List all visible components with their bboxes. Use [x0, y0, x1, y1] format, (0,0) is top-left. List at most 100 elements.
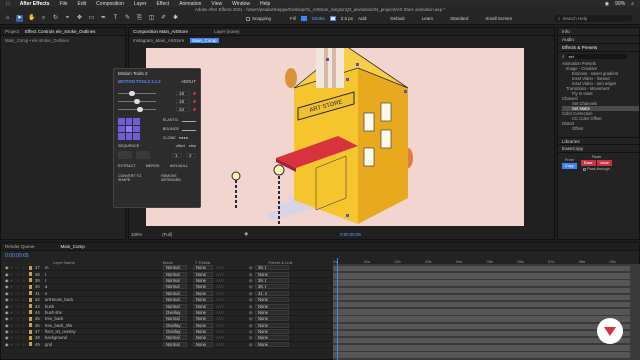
layer-parent-select[interactable]: 41. e	[255, 290, 289, 296]
layer-label-color[interactable]	[29, 335, 32, 340]
workspace-learn[interactable]: Learn	[422, 16, 434, 21]
layer-name[interactable]: background	[45, 335, 163, 340]
effects-search[interactable]: ⌕ set	[558, 52, 639, 61]
comp-timecode[interactable]: 0:00:00:05	[340, 232, 361, 237]
bounce-button[interactable]: BOUNCE	[163, 127, 179, 131]
layer-duration-bar[interactable]	[333, 316, 630, 322]
layer-name[interactable]: m	[45, 265, 163, 270]
snapping-checkbox[interactable]	[246, 16, 250, 21]
layer-label-color[interactable]	[29, 342, 32, 347]
layer-label-color[interactable]	[29, 323, 32, 328]
layer-label-color[interactable]	[29, 297, 32, 302]
pass-through-checkbox[interactable]	[583, 167, 587, 171]
pen-tool-icon[interactable]: ✒	[100, 15, 107, 22]
libraries-header[interactable]: Libraries	[558, 137, 639, 145]
layer-name[interactable]: artHouse_back	[45, 297, 163, 302]
layer-parent-select[interactable]: None	[255, 297, 289, 303]
layer-label-color[interactable]	[29, 304, 32, 309]
layer-parent-select[interactable]: 38. t	[255, 284, 289, 290]
slider-1-reset[interactable]	[193, 91, 196, 95]
info-panel-header[interactable]: Info	[558, 28, 639, 36]
layer-label-color[interactable]	[29, 284, 32, 289]
layer-name[interactable]: floor_txt_overlay	[45, 329, 163, 334]
easecopy-value-button[interactable]: Value	[596, 160, 612, 166]
layer-parent-select[interactable]: None	[255, 322, 289, 328]
anchor-grid[interactable]	[118, 118, 140, 140]
eraser-tool-icon[interactable]: ◫	[148, 15, 155, 22]
layer-trkmat-select[interactable]: None	[193, 271, 213, 277]
comp-canvas[interactable]: ART STORE	[146, 48, 524, 226]
layer-parent-select[interactable]: None	[255, 271, 289, 277]
layer-mode-select[interactable]: Normal	[163, 335, 187, 341]
slider-1[interactable]	[118, 92, 156, 94]
fill-swatch[interactable]	[300, 16, 307, 21]
camera-tool-icon[interactable]: ⌖	[64, 15, 71, 22]
layer-parent-select[interactable]: None	[255, 316, 289, 322]
stroke-label[interactable]: Stroke	[312, 16, 325, 21]
layer-duration-bar[interactable]	[333, 287, 630, 293]
clone-button[interactable]: CLONE	[163, 136, 176, 140]
anchor-tr[interactable]	[133, 118, 140, 125]
layer-name[interactable]: tree_back	[45, 316, 163, 321]
layer-switches[interactable]: ⁄ ⁄ ⁄ ⁄	[217, 291, 249, 296]
hand-tool-icon[interactable]: ✋	[28, 15, 35, 22]
layer-label-color[interactable]	[29, 278, 32, 283]
layer-switches[interactable]: ⁄ ⁄ ⁄ ⁄	[217, 323, 249, 328]
tree-item[interactable]: Offset	[562, 126, 639, 131]
workspace-standard[interactable]: Standard	[450, 16, 468, 21]
anchor-bc[interactable]	[125, 133, 133, 140]
tab-main-comp[interactable]: Main_Comp	[61, 244, 85, 249]
layer-mode-select[interactable]: Overlay	[163, 322, 187, 328]
slider-3-reset[interactable]	[193, 107, 196, 111]
layer-trkmat-select[interactable]: None	[193, 341, 213, 347]
layer-duration-bar[interactable]	[333, 302, 630, 308]
menu-edit[interactable]: Edit	[78, 1, 87, 7]
layer-duration-bar[interactable]	[333, 294, 630, 301]
layer-mode-select[interactable]: Normal	[163, 297, 187, 303]
layer-switches[interactable]: ⁄ ⁄ ⁄ ⁄	[217, 278, 249, 283]
layer-parent-select[interactable]: 38. t	[255, 265, 289, 271]
convert-to-shape-button[interactable]: CONVERT TO SHAPE	[118, 174, 153, 182]
merge-button[interactable]: MERGE	[146, 164, 160, 168]
tab-project[interactable]: Project	[5, 29, 19, 34]
anchor-tc[interactable]	[125, 118, 133, 125]
layer-switches[interactable]: ⁄ ⁄ ⁄ ⁄	[217, 284, 249, 289]
stroke-swatch[interactable]	[329, 16, 336, 21]
layer-name[interactable]: a	[45, 284, 163, 289]
sequence-icon-2[interactable]	[136, 151, 150, 159]
layer-duration-bar[interactable]	[333, 323, 630, 329]
tab-composition[interactable]: Composition Main_ArtStore	[133, 29, 188, 34]
layer-mode-select[interactable]: Normal	[163, 265, 187, 271]
sequence-button[interactable]: SEQUENCE	[118, 144, 139, 148]
easecopy-copy-button[interactable]: Copy	[562, 162, 577, 169]
layer-trkmat-select[interactable]: None	[193, 265, 213, 271]
tab-layer[interactable]: Layer (none)	[214, 29, 240, 34]
layer-label-color[interactable]	[29, 310, 32, 315]
menu-effect[interactable]: Effect	[156, 1, 169, 7]
layer-mode-select[interactable]: Normal	[163, 290, 187, 296]
layer-label-color[interactable]	[29, 329, 32, 334]
anchor-ml[interactable]	[118, 125, 125, 133]
layer-name[interactable]: bush	[45, 304, 163, 309]
layer-switches[interactable]: ⁄ ⁄ ⁄ ⁄	[217, 310, 249, 315]
layer-name[interactable]: tree_back_shs	[45, 323, 163, 328]
slider-1-value[interactable]: 18	[176, 90, 190, 96]
anchor-bl[interactable]	[118, 133, 125, 140]
layer-mode-select[interactable]: Normal	[163, 316, 187, 322]
layer-trkmat-select[interactable]: None	[193, 284, 213, 290]
remove-artboard-button[interactable]: REMOVE ARTBOARD	[161, 174, 196, 182]
audio-panel-header[interactable]: Audio	[558, 36, 639, 44]
layer-name[interactable]: t	[45, 272, 163, 277]
layer-parent-select[interactable]: None	[255, 335, 289, 341]
apple-icon[interactable]: 	[6, 1, 10, 7]
slider-2-reset[interactable]	[193, 99, 196, 103]
wifi-icon[interactable]: ◉	[605, 1, 609, 7]
layer-label-color[interactable]	[29, 316, 32, 321]
menu-layer[interactable]: Layer	[134, 1, 147, 7]
menu-window[interactable]: Window	[232, 1, 250, 7]
type-tool-icon[interactable]: T	[112, 15, 119, 22]
extract-button[interactable]: EXTRACT	[118, 164, 136, 168]
easecopy-header[interactable]: EaseCopy	[558, 145, 639, 153]
effects-presets-header[interactable]: Effects & Presets	[558, 44, 639, 52]
layer-track-area[interactable]	[333, 264, 640, 360]
